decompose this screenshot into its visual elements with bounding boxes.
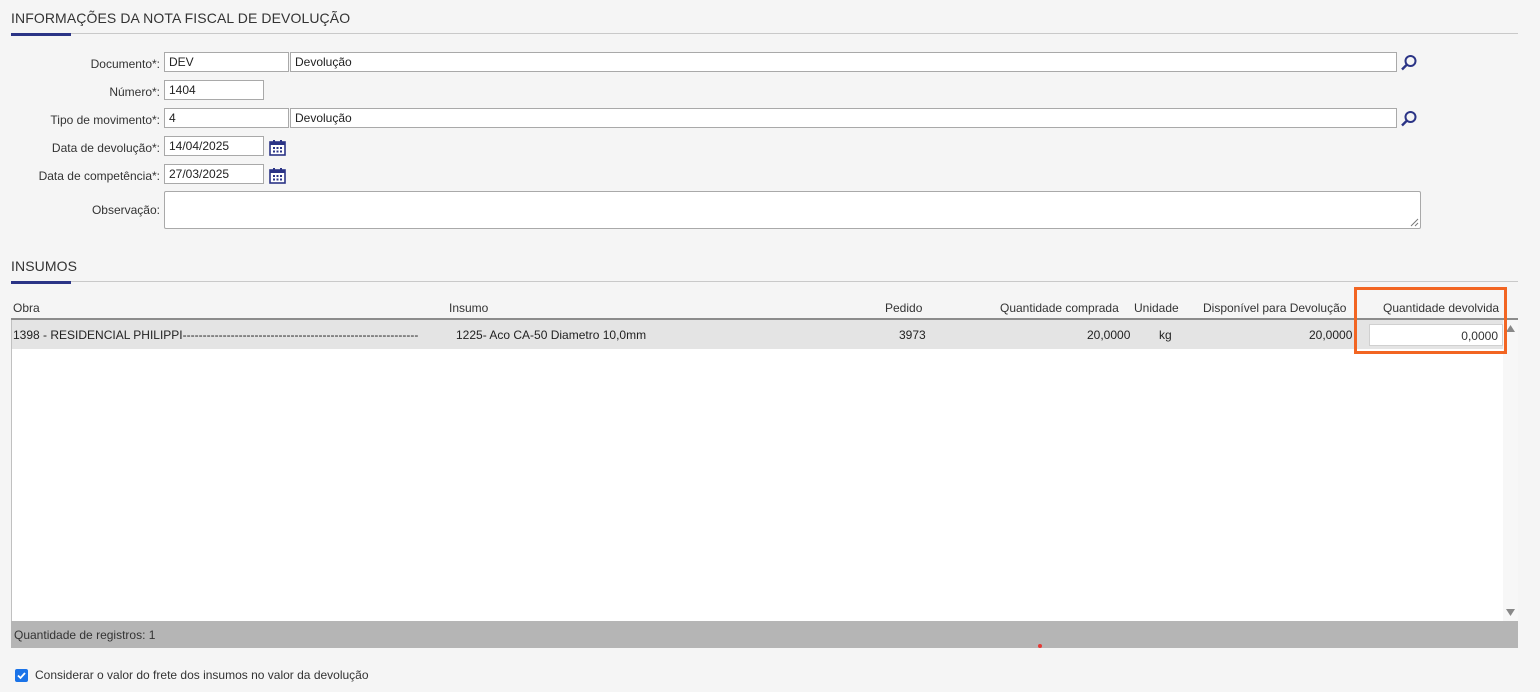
section-title-insumos: INSUMOS: [11, 258, 78, 274]
observacao-label: Observação:: [91, 203, 160, 217]
column-header-unidade[interactable]: Unidade: [1134, 301, 1179, 315]
numero-label: Número*:: [109, 85, 160, 99]
column-header-disponivel[interactable]: Disponível para Devolução: [1203, 301, 1346, 315]
resize-grip-icon[interactable]: [1410, 218, 1419, 227]
section-accent: [11, 33, 71, 36]
red-dot-marker: [1038, 644, 1042, 648]
documento-description-input[interactable]: Devolução: [290, 52, 1397, 72]
grid-footer: Quantidade de registros: 1: [11, 621, 1518, 648]
column-header-quantidade-comprada[interactable]: Quantidade comprada: [1000, 301, 1119, 315]
cell-disponivel: 20,0000: [1309, 328, 1353, 342]
documento-label: Documento*:: [90, 57, 160, 71]
scroll-down-icon[interactable]: [1506, 609, 1515, 616]
column-header-obra[interactable]: Obra: [13, 301, 40, 315]
grid-scrollbar[interactable]: [1503, 320, 1518, 621]
calendar-icon: [268, 167, 286, 184]
tipo-movimento-description-input[interactable]: Devolução: [290, 108, 1397, 128]
grid-body: 1398 - RESIDENCIAL PHILIPPI-------------…: [11, 320, 1518, 621]
cell-obra: 1398 - RESIDENCIAL PHILIPPI-------------…: [13, 328, 419, 342]
frete-checkbox-label[interactable]: Considerar o valor do frete dos insumos …: [35, 668, 369, 682]
section-divider: [11, 33, 1518, 34]
observacao-textarea[interactable]: [164, 191, 1421, 229]
tipo-movimento-code-input[interactable]: 4: [164, 108, 289, 128]
data-devolucao-label: Data de devolução*:: [51, 141, 160, 155]
search-icon: [1401, 55, 1417, 71]
section-accent: [11, 281, 71, 284]
column-header-pedido[interactable]: Pedido: [885, 301, 922, 315]
documento-code-input[interactable]: DEV: [164, 52, 289, 72]
search-icon: [1401, 111, 1417, 127]
tipo-movimento-label: Tipo de movimento*:: [50, 113, 160, 127]
checkmark-icon: [17, 672, 26, 680]
frete-checkbox[interactable]: [15, 669, 28, 682]
cell-quantidade-comprada: 20,0000: [1087, 328, 1131, 342]
grid-header: Obra Insumo Pedido Quantidade comprada U…: [11, 293, 1518, 320]
quantidade-devolvida-highlight: [1354, 287, 1507, 354]
record-count: Quantidade de registros: 1: [14, 628, 156, 642]
data-devolucao-input[interactable]: 14/04/2025: [164, 136, 264, 156]
column-header-insumo[interactable]: Insumo: [449, 301, 488, 315]
data-devolucao-calendar-button[interactable]: [266, 136, 288, 158]
data-competencia-label: Data de competência*:: [38, 169, 160, 183]
tipo-movimento-search-button[interactable]: [1398, 108, 1420, 130]
table-row[interactable]: 1398 - RESIDENCIAL PHILIPPI-------------…: [12, 320, 1504, 349]
documento-search-button[interactable]: [1398, 52, 1420, 74]
cell-unidade: kg: [1159, 328, 1172, 342]
data-competencia-input[interactable]: 27/03/2025: [164, 164, 264, 184]
cell-insumo: 1225- Aco CA-50 Diametro 10,0mm: [456, 328, 647, 342]
data-competencia-calendar-button[interactable]: [266, 164, 288, 186]
section-divider: [11, 281, 1518, 282]
numero-input[interactable]: 1404: [164, 80, 264, 100]
scroll-up-icon[interactable]: [1506, 325, 1515, 332]
calendar-icon: [268, 139, 286, 156]
section-title-informacoes: INFORMAÇÕES DA NOTA FISCAL DE DEVOLUÇÃO: [11, 10, 351, 26]
cell-pedido: 3973: [899, 328, 926, 342]
